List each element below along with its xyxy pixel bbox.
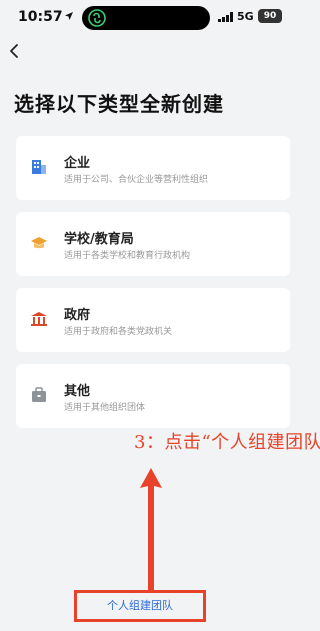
option-title: 政府 (64, 308, 91, 323)
building-icon (32, 160, 46, 174)
pointer-arrow-icon (140, 468, 162, 590)
option-title: 企业 (64, 156, 91, 171)
briefcase-icon (32, 387, 46, 402)
network-label: 5G (237, 10, 254, 23)
option-description: 适用于政府和各类党政机关 (64, 327, 173, 337)
option-card-enterprise[interactable]: 企业 适用于公司、合伙企业等营利性组织 (16, 136, 290, 200)
battery-icon: 90 (258, 9, 282, 23)
page-title: 选择以下类型全新创建 (14, 92, 224, 116)
option-card-school[interactable]: 学校/教育局 适用于各类学校和教育行政机构 (16, 212, 290, 276)
option-title: 学校/教育局 (64, 232, 134, 247)
location-arrow-icon (65, 12, 73, 20)
back-button[interactable] (6, 42, 22, 60)
option-card-other[interactable]: 其他 适用于其他组织团体 (16, 364, 290, 428)
dynamic-island (82, 6, 210, 30)
option-description: 适用于各类学校和教育行政机构 (64, 251, 191, 261)
status-time: 10:57 (18, 9, 63, 25)
option-description: 适用于公司、合伙企业等营利性组织 (64, 175, 209, 185)
signal-icon (218, 12, 233, 22)
government-building-icon (31, 312, 47, 326)
graduation-cap-icon (31, 237, 47, 249)
option-description: 适用于其他组织团体 (64, 403, 146, 413)
option-card-government[interactable]: 政府 适用于政府和各类党政机关 (16, 288, 290, 352)
status-bar: 10:57 5G 90 (0, 0, 300, 34)
tutorial-annotation: 3：点击“个人组建团队” (134, 432, 320, 453)
personal-team-button[interactable]: 个人组建团队 (74, 590, 206, 622)
option-title: 其他 (64, 384, 91, 399)
app-link-icon (88, 9, 106, 27)
